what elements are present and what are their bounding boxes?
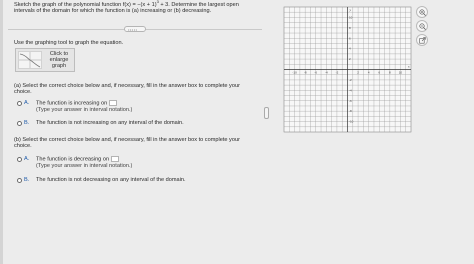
choice-text: The function is not increasing on any in…: [36, 120, 184, 126]
coordinate-grid[interactable]: -10 -8 -6 -4 -2 2 4 6 8 10108642-2-4-6-8-10xy: [283, 6, 412, 133]
part-b-prompt: (b) Select the correct choice below and,…: [14, 137, 240, 150]
graph-panel[interactable]: -10 -8 -6 -4 -2 2 4 6 8 10 10 8 6 4 2 -2 -4 -6 -8 -10 x y: [283, 6, 412, 133]
choice-text: The function is not decreasing on any in…: [36, 177, 186, 183]
zoom-in-button[interactable]: [416, 6, 428, 18]
choice-text: The function is decreasing on: [36, 156, 120, 163]
left-edge-strip: [0, 0, 3, 264]
question-text: Sketch the graph of the polynomial funct…: [14, 0, 254, 15]
answer-input[interactable]: [111, 156, 120, 162]
question-panel: Sketch the graph of the polynomial funct…: [6, 0, 262, 264]
zoom-out-button[interactable]: [416, 20, 428, 32]
graph-tool-button[interactable]: Click to enlarge graph: [15, 48, 75, 72]
divider-handle[interactable]: •••••: [124, 26, 146, 32]
y-tick-label: -6: [349, 99, 352, 103]
answer-input[interactable]: [109, 100, 118, 106]
radio-button[interactable]: [17, 157, 22, 162]
x-tick-label: -6: [314, 71, 317, 75]
y-tick-label: -2: [349, 78, 352, 82]
choice-letter: A.: [24, 156, 30, 162]
x-tick-label: 10: [399, 71, 403, 75]
radio-button[interactable]: [17, 178, 22, 183]
external-link-button[interactable]: [416, 34, 428, 46]
part-a-prompt: (a) Select the correct choice below and,…: [14, 83, 240, 96]
choice-note: (Type your answer in interval notation.): [36, 107, 133, 113]
choice-letter: A.: [24, 100, 30, 106]
radio-button[interactable]: [17, 101, 22, 106]
graph-tool-label: Click to enlarge graph: [49, 51, 69, 70]
zoom-out-icon: [419, 23, 426, 30]
choice-letter: B.: [24, 177, 30, 183]
choice-text: The function is increasing on: [36, 100, 118, 107]
y-tick-label: -8: [349, 109, 352, 113]
x-tick-label: -2: [336, 71, 339, 75]
external-link-icon: [419, 37, 426, 44]
y-tick-label: -4: [349, 88, 352, 92]
choice-note: (Type your answer in interval notation.): [36, 163, 133, 169]
x-tick-label: -4: [325, 71, 328, 75]
question-prefix: Sketch the graph of the polynomial funct…: [14, 2, 157, 8]
more-dots-icon: •••••: [128, 27, 138, 32]
y-tick-label: 10: [349, 15, 353, 19]
radio-button[interactable]: [17, 121, 22, 126]
graph-thumbnail-icon: [18, 51, 42, 69]
choice-letter: B.: [24, 120, 30, 126]
y-axis-label: y: [349, 8, 352, 12]
y-tick-label: -10: [349, 120, 354, 124]
x-tick-label: -10: [292, 71, 297, 75]
x-tick-label: -8: [304, 71, 307, 75]
instruction-text: Use the graphing tool to graph the equat…: [14, 40, 124, 46]
zoom-in-icon: [419, 9, 426, 16]
x-axis-label: x: [407, 65, 410, 69]
pane-resize-handle[interactable]: [264, 107, 269, 119]
